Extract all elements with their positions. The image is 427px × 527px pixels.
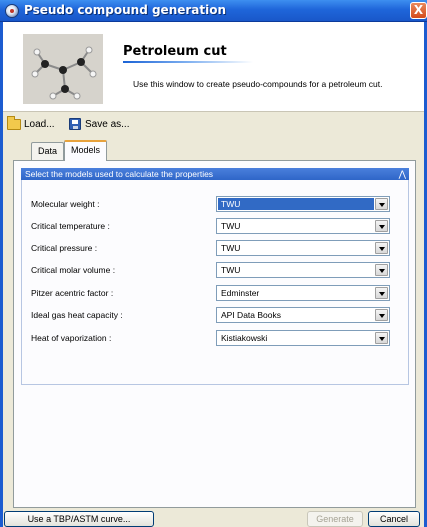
load-label: Load... <box>24 118 55 130</box>
tab-models[interactable]: Models <box>64 140 108 161</box>
property-label: Pitzer acentric factor : <box>31 288 114 298</box>
property-label: Heat of vaporization : <box>31 333 112 343</box>
chevron-down-icon[interactable] <box>375 309 388 321</box>
molecule-image <box>23 34 103 104</box>
toolbar: Load... Save as... <box>3 113 424 135</box>
chevron-down-icon[interactable] <box>375 198 388 210</box>
critical-molar-volume-select[interactable]: TWU <box>216 262 390 278</box>
header-banner: Petroleum cut Use this window to create … <box>3 22 424 112</box>
molecular-weight-select[interactable]: TWU <box>216 196 390 212</box>
title-bar[interactable]: Pseudo compound generation X <box>0 0 427 22</box>
property-label: Ideal gas heat capacity : <box>31 310 123 320</box>
property-label: Critical temperature : <box>31 221 110 231</box>
folder-icon <box>7 115 21 130</box>
chevron-down-icon[interactable] <box>375 264 388 276</box>
critical-temperature-select[interactable]: TWU <box>216 218 390 234</box>
chevron-down-icon[interactable] <box>375 220 388 232</box>
ideal-gas-heat-capacity-select[interactable]: API Data Books <box>216 307 390 323</box>
critical-pressure-select[interactable]: TWU <box>216 240 390 256</box>
tab-data[interactable]: Data <box>31 142 65 160</box>
header-title: Petroleum cut <box>123 44 227 59</box>
combo-value: TWU <box>221 243 241 253</box>
chevron-down-icon[interactable] <box>375 287 388 299</box>
cancel-button[interactable]: Cancel <box>368 511 420 527</box>
collapse-icon[interactable]: ⋀ <box>399 168 406 180</box>
close-button[interactable]: X <box>410 2 427 19</box>
load-button[interactable]: Load... <box>7 115 55 132</box>
combo-value: Kistiakowski <box>221 333 268 343</box>
property-label: Critical pressure : <box>31 243 98 253</box>
header-description: Use this window to create pseudo-compoun… <box>133 79 383 89</box>
save-as-label: Save as... <box>85 118 130 130</box>
combo-value: Edminster <box>221 288 260 298</box>
heat-of-vaporization-select[interactable]: Kistiakowski <box>216 330 390 346</box>
window-title: Pseudo compound generation <box>24 3 227 17</box>
generate-button[interactable]: Generate <box>307 511 363 527</box>
save-as-button[interactable]: Save as... <box>69 116 129 132</box>
combo-value: TWU <box>221 221 241 231</box>
combo-value: API Data Books <box>221 310 282 320</box>
chevron-down-icon[interactable] <box>375 242 388 254</box>
section-header-text: Select the models used to calculate the … <box>25 169 214 179</box>
save-icon <box>69 118 81 130</box>
pitzer-acentric-factor-select[interactable]: Edminster <box>216 285 390 301</box>
use-tbp-astm-curve-button[interactable]: Use a TBP/ASTM curve... <box>4 511 154 527</box>
combo-value: TWU <box>221 265 241 275</box>
combo-value: TWU <box>218 198 374 210</box>
property-label: Critical molar volume : <box>31 265 116 275</box>
models-section-header[interactable]: Select the models used to calculate the … <box>21 168 409 180</box>
chevron-down-icon[interactable] <box>375 332 388 344</box>
app-icon <box>5 4 19 18</box>
property-label: Molecular weight : <box>31 199 100 209</box>
header-underline <box>123 61 253 63</box>
